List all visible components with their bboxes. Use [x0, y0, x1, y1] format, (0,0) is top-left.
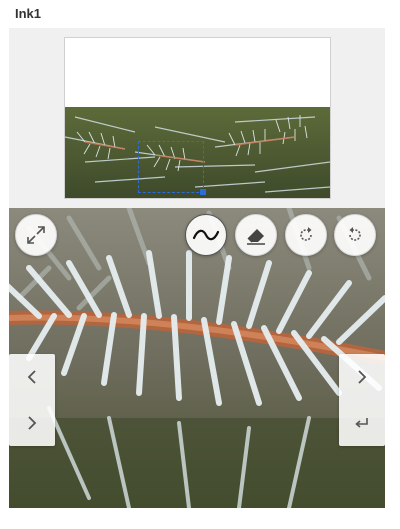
preview-panel — [9, 28, 385, 208]
left-nav-panel — [9, 354, 55, 446]
redo-button[interactable] — [285, 214, 327, 256]
page-title: Ink1 — [15, 6, 42, 21]
chevron-right-icon — [358, 370, 367, 384]
undo-arrow-icon — [349, 227, 361, 241]
selection-resize-handle[interactable] — [200, 189, 206, 195]
right-nav-panel — [339, 354, 385, 446]
selection-rectangle[interactable] — [138, 141, 206, 195]
eraser-button[interactable] — [235, 214, 277, 256]
expand-arrows-icon — [27, 226, 45, 244]
nav-right-button[interactable] — [339, 354, 385, 400]
nav-right-button-left-panel[interactable] — [9, 400, 55, 446]
expand-button[interactable] — [15, 214, 57, 256]
pen-tool-button[interactable] — [185, 214, 227, 256]
redo-arrow-icon — [300, 227, 312, 241]
zoomed-ink-canvas[interactable] — [9, 208, 385, 508]
nav-left-button[interactable] — [9, 354, 55, 400]
enter-button[interactable] — [339, 400, 385, 446]
chevron-left-icon — [27, 370, 36, 384]
chevron-right-icon — [28, 416, 37, 430]
ink-preview-canvas[interactable] — [64, 37, 331, 199]
eraser-icon — [247, 229, 265, 245]
undo-button[interactable] — [334, 214, 376, 256]
enter-return-icon — [355, 418, 368, 428]
ink-squiggle-icon — [192, 229, 220, 241]
